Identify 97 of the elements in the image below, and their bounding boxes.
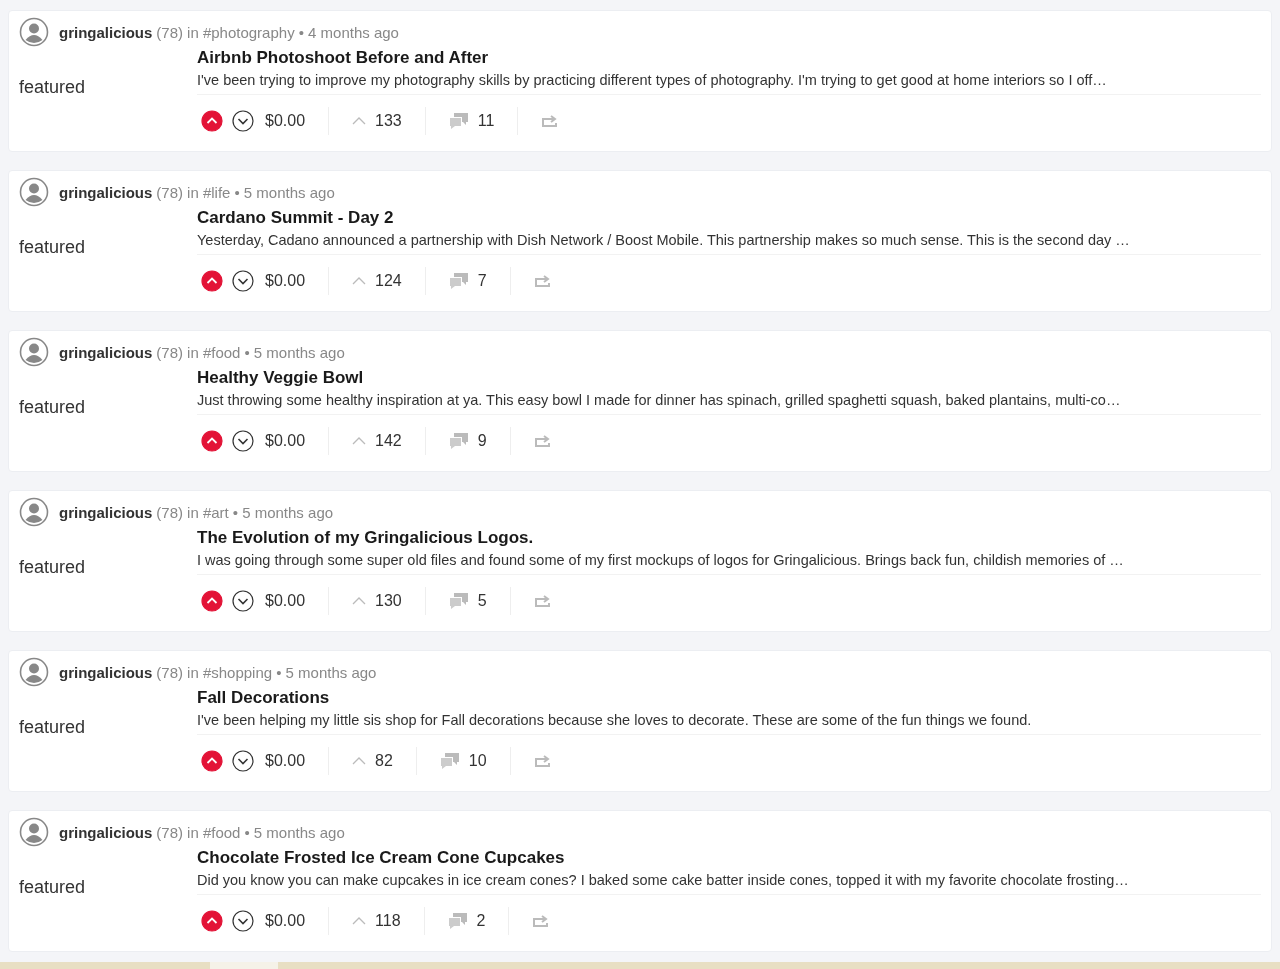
- reputation: (78): [156, 23, 184, 41]
- payout[interactable]: $0.00: [265, 912, 306, 930]
- author-link[interactable]: gringalicious: [59, 343, 153, 361]
- payout[interactable]: $0.00: [265, 112, 306, 130]
- comments-icon[interactable]: [447, 912, 468, 930]
- reblog-icon[interactable]: [533, 434, 552, 448]
- chevron-up-icon: [352, 597, 367, 605]
- comment-count[interactable]: 10: [468, 752, 487, 770]
- avatar-icon[interactable]: [19, 817, 49, 847]
- featured-label: featured: [19, 237, 86, 257]
- reputation: (78): [156, 823, 184, 841]
- featured-label: featured: [19, 77, 86, 97]
- reblog-icon[interactable]: [533, 754, 552, 768]
- chevron-up-icon: [352, 437, 367, 445]
- community-link[interactable]: in #food: [187, 343, 241, 361]
- comments-icon[interactable]: [448, 112, 469, 130]
- upvote-icon[interactable]: [201, 110, 223, 132]
- upvote-icon[interactable]: [201, 430, 223, 452]
- comment-count[interactable]: 2: [476, 912, 486, 930]
- post-snippet[interactable]: Did you know you can make cupcakes in ice cream cones? I baked some cake batter inside cones, topped it with my favorite chocolate frosting…: [197, 872, 1261, 895]
- downvote-icon[interactable]: [232, 430, 254, 452]
- post-title[interactable]: Airbnb Photoshoot Before and After: [197, 48, 1261, 68]
- reputation: (78): [156, 343, 184, 361]
- chevron-up-icon: [352, 277, 367, 285]
- payout[interactable]: $0.00: [265, 272, 306, 290]
- comments-icon[interactable]: [448, 272, 469, 290]
- comments-icon[interactable]: [448, 592, 469, 610]
- comment-count[interactable]: 7: [477, 272, 487, 290]
- chevron-up-icon: [352, 917, 367, 925]
- comment-count[interactable]: 11: [477, 112, 495, 130]
- downvote-icon[interactable]: [232, 110, 254, 132]
- vote-count[interactable]: 124: [375, 272, 402, 290]
- post-title[interactable]: Fall Decorations: [197, 688, 1261, 708]
- reblog-icon[interactable]: [541, 114, 560, 128]
- author-link[interactable]: gringalicious: [59, 23, 153, 41]
- payout[interactable]: $0.00: [265, 752, 306, 770]
- post-title[interactable]: Healthy Veggie Bowl: [197, 368, 1261, 388]
- avatar-icon[interactable]: [19, 497, 49, 527]
- payout[interactable]: $0.00: [265, 592, 306, 610]
- avatar-icon[interactable]: [19, 657, 49, 687]
- post-snippet[interactable]: I've been helping my little sis shop for Fall decorations because she loves to decorate. These are some of the fun things we found.: [197, 712, 1261, 735]
- vote-count[interactable]: 130: [375, 592, 402, 610]
- post-title[interactable]: The Evolution of my Gringalicious Logos.: [197, 528, 1261, 548]
- community-link[interactable]: in #life: [187, 183, 231, 201]
- reblog-icon[interactable]: [532, 914, 551, 928]
- post-age: • 5 months ago: [234, 183, 335, 201]
- downvote-icon[interactable]: [232, 750, 254, 772]
- author-link[interactable]: gringalicious: [59, 503, 153, 521]
- vote-count[interactable]: 82: [375, 752, 393, 770]
- comment-count[interactable]: 9: [477, 432, 487, 450]
- reputation: (78): [156, 503, 184, 521]
- reputation: (78): [156, 663, 184, 681]
- featured-label: featured: [19, 717, 86, 737]
- post-snippet[interactable]: Just throwing some healthy inspiration at ya. This easy bowl I made for dinner has spinach, grilled spaghetti squash, baked plantains, multi-co…: [197, 392, 1261, 415]
- avatar-icon[interactable]: [19, 17, 49, 47]
- chevron-up-icon: [352, 117, 367, 125]
- post-snippet[interactable]: I've been trying to improve my photography skills by practicing different types of photography. I'm trying to get good at home interiors so I off…: [197, 72, 1261, 95]
- vote-count[interactable]: 133: [375, 112, 402, 130]
- upvote-icon[interactable]: [201, 270, 223, 292]
- post-title[interactable]: Cardano Summit - Day 2: [197, 208, 1261, 228]
- vote-count[interactable]: 118: [375, 912, 401, 930]
- post-age: • 5 months ago: [276, 663, 377, 681]
- community-link[interactable]: in #shopping: [187, 663, 273, 681]
- post-age: • 5 months ago: [232, 503, 334, 521]
- featured-label: featured: [19, 877, 86, 897]
- avatar-icon[interactable]: [19, 177, 49, 207]
- payout[interactable]: $0.00: [265, 432, 306, 450]
- post-age: • 5 months ago: [244, 343, 345, 361]
- chevron-up-icon: [352, 757, 367, 765]
- downvote-icon[interactable]: [232, 270, 254, 292]
- avatar-icon[interactable]: [19, 337, 49, 367]
- upvote-icon[interactable]: [201, 590, 223, 612]
- featured-label: featured: [19, 397, 86, 417]
- vote-count[interactable]: 142: [375, 432, 402, 450]
- author-link[interactable]: gringalicious: [59, 183, 153, 201]
- post-title[interactable]: Chocolate Frosted Ice Cream Cone Cupcakes: [197, 848, 1261, 868]
- upvote-icon[interactable]: [201, 750, 223, 772]
- author-link[interactable]: gringalicious: [59, 823, 153, 841]
- reblog-icon[interactable]: [533, 274, 552, 288]
- community-link[interactable]: in #art: [187, 503, 229, 521]
- comment-count[interactable]: 5: [477, 592, 487, 610]
- downvote-icon[interactable]: [232, 590, 254, 612]
- post-snippet[interactable]: I was going through some super old files and found some of my first mockups of logos for Gringalicious. Brings back fun, childish memories of …: [197, 552, 1261, 575]
- downvote-icon[interactable]: [232, 910, 254, 932]
- reputation: (78): [156, 183, 184, 201]
- post-age: • 5 months ago: [244, 823, 345, 841]
- featured-label: featured: [19, 557, 86, 577]
- comments-icon[interactable]: [448, 432, 469, 450]
- reblog-icon[interactable]: [533, 594, 552, 608]
- community-link[interactable]: in #photography: [187, 23, 295, 41]
- comments-icon[interactable]: [439, 752, 460, 770]
- author-link[interactable]: gringalicious: [59, 663, 153, 681]
- post-age: • 4 months ago: [298, 23, 399, 41]
- community-link[interactable]: in #food: [187, 823, 241, 841]
- post-snippet[interactable]: Yesterday, Cadano announced a partnership with Dish Network / Boost Mobile. This partnership makes so much sense. This is the second day …: [197, 232, 1261, 255]
- scrollbar[interactable]: [0, 962, 1280, 969]
- upvote-icon[interactable]: [201, 910, 223, 932]
